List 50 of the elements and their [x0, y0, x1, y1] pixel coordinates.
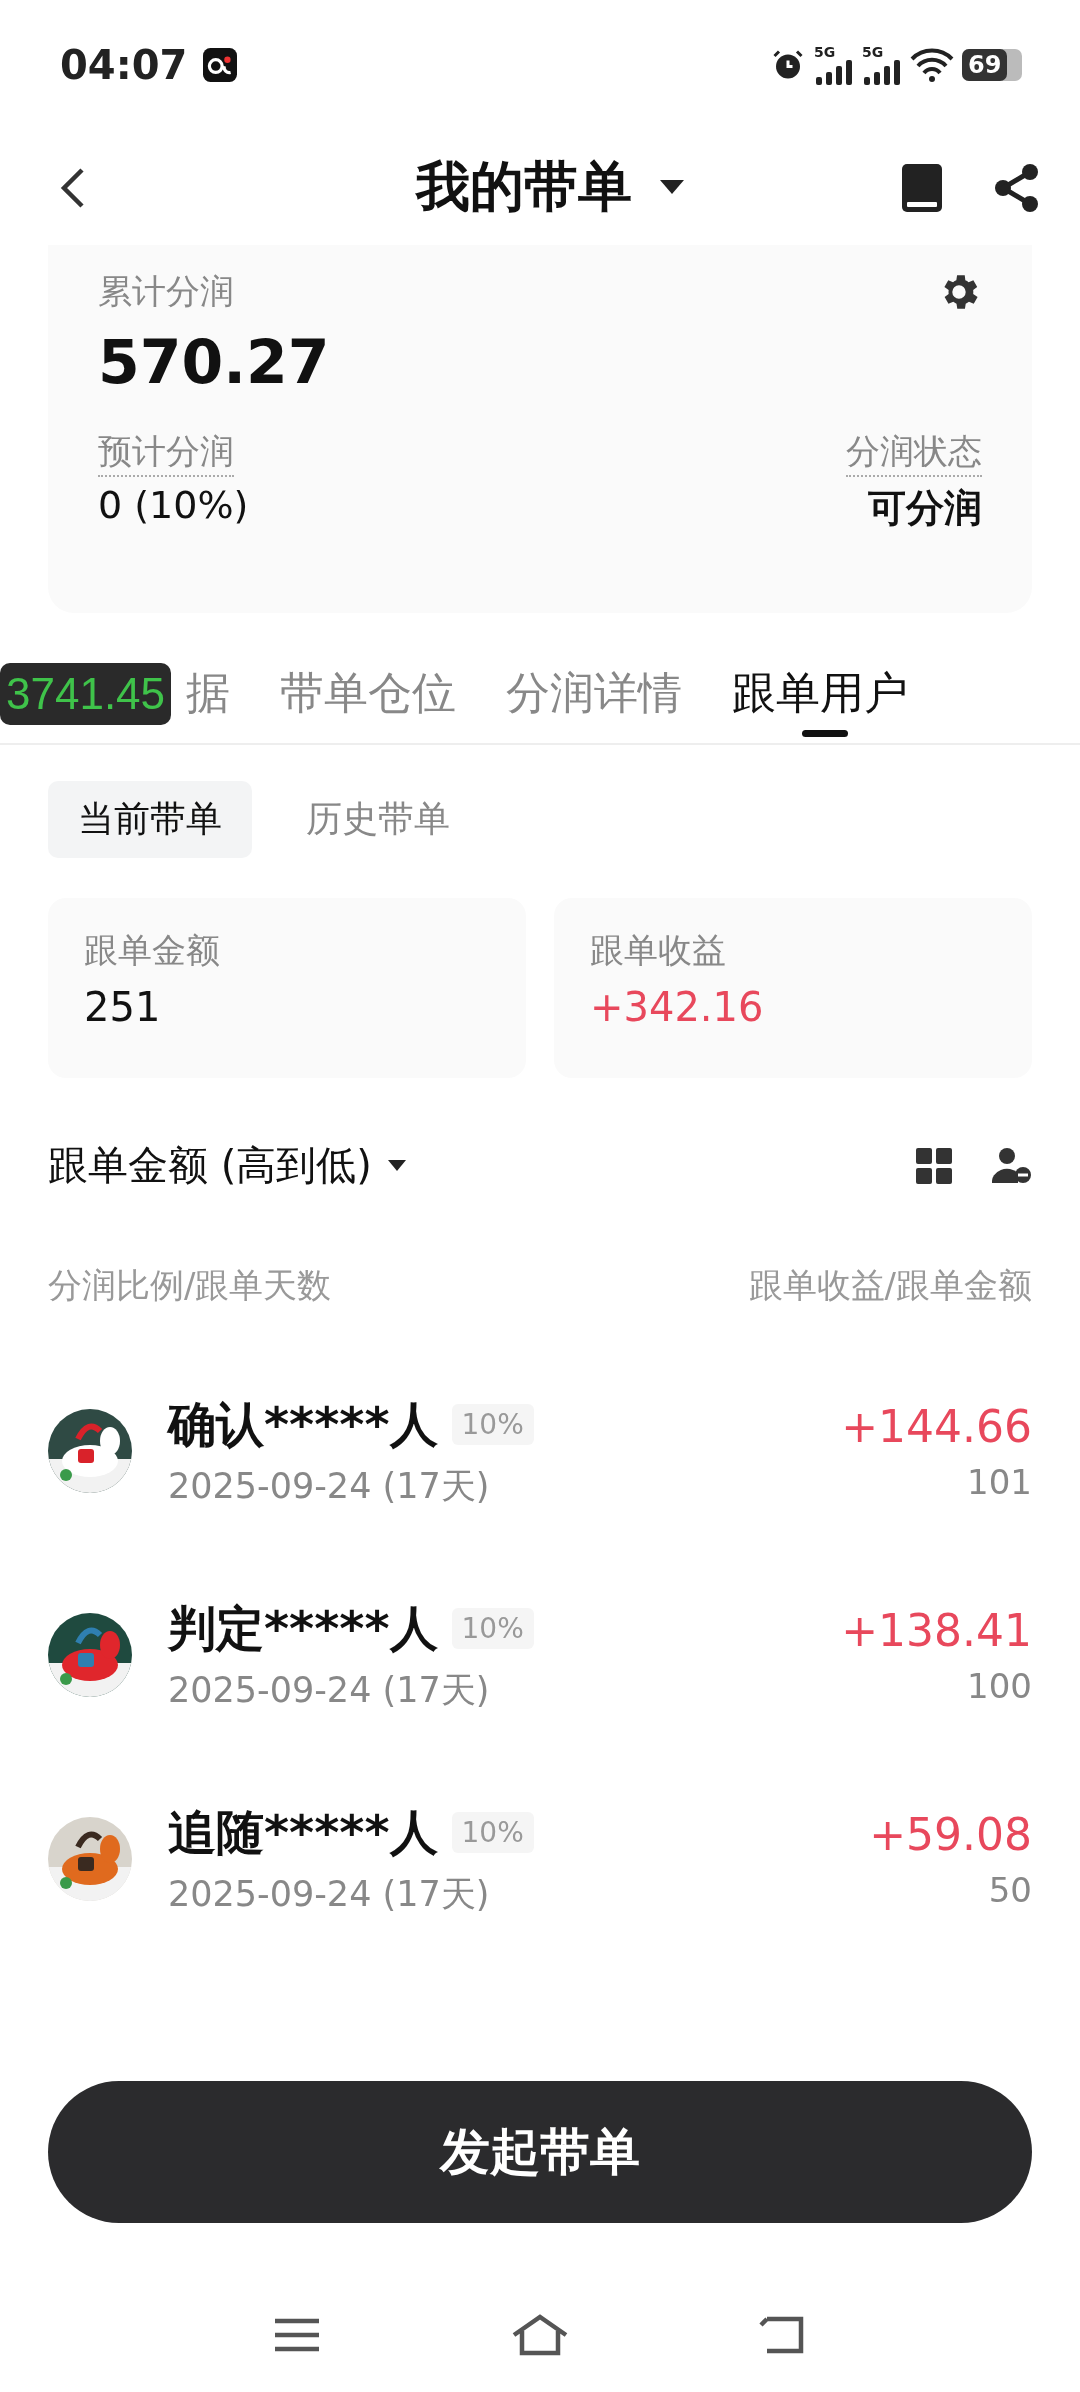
menu-icon[interactable]	[273, 2317, 321, 2353]
user-minus-icon[interactable]	[992, 1146, 1032, 1185]
follower-name[interactable]: 判定*****人	[168, 1596, 438, 1661]
stat-label: 跟单金额	[84, 929, 221, 972]
network-label: 5G	[814, 45, 836, 59]
status-time: 04:07	[60, 42, 188, 88]
network-label: 5G	[862, 45, 884, 59]
caret-icon[interactable]	[387, 1159, 406, 1172]
column-header: 分润比例/跟单天数	[48, 1264, 332, 1307]
follow-amount: 50	[987, 1869, 1032, 1910]
tab[interactable]: 分润详情	[506, 653, 682, 733]
follow-profit: +138.41	[841, 1604, 1032, 1656]
follow-date: 2025-09-24 (17天)	[168, 1872, 491, 1916]
expected-profit-value: 0 (10%)	[98, 483, 249, 527]
sort-dropdown[interactable]: 跟单金额 (高到低)	[48, 1138, 372, 1193]
stat-value: 251	[84, 984, 162, 1030]
total-profit-label: 累计分润	[98, 270, 235, 313]
caret-icon[interactable]	[660, 179, 684, 196]
signal-icon	[862, 59, 902, 85]
share-icon[interactable]	[994, 162, 1040, 213]
book-icon[interactable]	[902, 163, 942, 212]
stat-value: +342.16	[590, 984, 765, 1030]
follow-date: 2025-09-24 (17天)	[168, 1464, 491, 1508]
grid-icon[interactable]	[916, 1147, 952, 1184]
wifi-icon	[910, 47, 954, 83]
tab[interactable]: 带单仓位	[280, 653, 456, 733]
start-button[interactable]: 发起带单	[48, 2081, 1032, 2223]
page-title[interactable]: 我的带单	[416, 151, 632, 224]
follower-name[interactable]: 确认*****人	[168, 1392, 438, 1457]
follow-amount: 101	[966, 1461, 1032, 1502]
segment-tab[interactable]: 当前带单	[48, 781, 252, 858]
follower-name[interactable]: 追随*****人	[168, 1800, 438, 1865]
app-icon	[203, 48, 238, 82]
profit-status-value: 可分润	[867, 485, 982, 532]
battery-icon: 69	[962, 49, 1022, 81]
ratio-badge: 10%	[451, 1812, 534, 1853]
column-header: 跟单收益/跟单金额	[748, 1264, 1032, 1307]
follow-profit: +144.66	[841, 1400, 1032, 1452]
ratio-badge: 10%	[451, 1404, 534, 1445]
segment-tab[interactable]: 历史带单	[276, 781, 480, 858]
follow-profit: +59.08	[869, 1808, 1032, 1860]
home-icon[interactable]	[511, 2313, 569, 2357]
price-overlay: 3741.45	[0, 663, 172, 725]
tab[interactable]: 据	[186, 653, 230, 733]
ratio-badge: 10%	[451, 1608, 534, 1649]
total-profit-value: 570.27	[98, 327, 330, 397]
stat-label: 跟单收益	[590, 929, 727, 972]
signal-icon	[814, 59, 854, 85]
follow-amount: 100	[966, 1665, 1032, 1706]
follow-date: 2025-09-24 (17天)	[168, 1668, 491, 1712]
